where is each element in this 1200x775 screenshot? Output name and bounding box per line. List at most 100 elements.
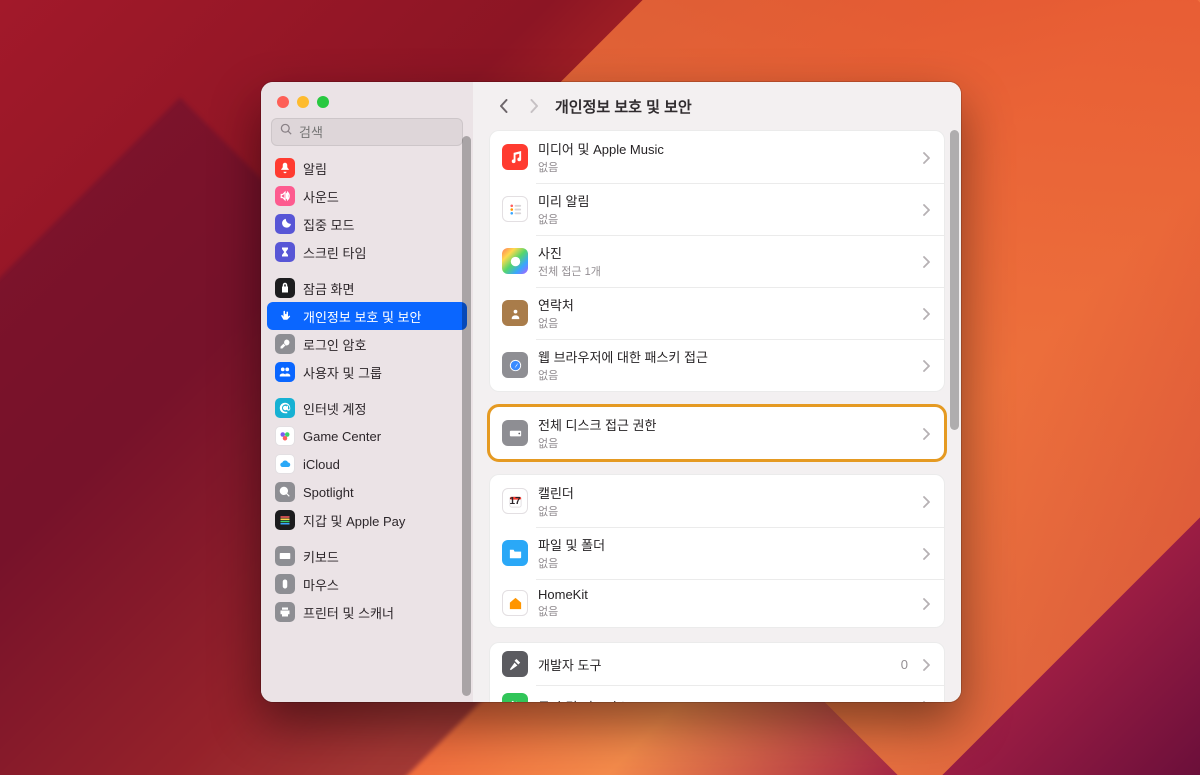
chevron-right-icon <box>922 307 932 319</box>
sidebar-item-label: Spotlight <box>303 485 354 500</box>
content-pane: 개인정보 보호 및 보안 미디어 및 Apple Music없음미리 알림없음사… <box>473 82 961 702</box>
system-settings-window: 알림사운드집중 모드스크린 타임잠금 화면개인정보 보호 및 보안로그인 암호사… <box>261 82 961 702</box>
hammer-icon <box>502 651 528 677</box>
photos-icon <box>502 248 528 274</box>
minimize-window-button[interactable] <box>297 96 309 108</box>
main-scrollbar[interactable] <box>950 130 959 430</box>
sidebar-scrollbar[interactable] <box>462 136 471 696</box>
gamecenter-icon <box>275 426 295 446</box>
row-title: 파일 및 폴더 <box>538 535 912 554</box>
settings-row[interactable]: 사진전체 접근 1개 <box>490 235 944 287</box>
sidebar-item[interactable]: Spotlight <box>267 478 467 506</box>
sidebar-item-label: 집중 모드 <box>303 215 354 234</box>
sidebar-item-label: 잠금 화면 <box>303 279 354 298</box>
disk-icon <box>502 420 528 446</box>
row-title: 사진 <box>538 243 912 262</box>
nav-forward-button[interactable] <box>525 95 543 117</box>
sidebar-item[interactable]: 프린터 및 스캐너 <box>267 598 467 626</box>
sidebar-item-label: 개인정보 보호 및 보안 <box>303 307 421 326</box>
sidebar-item[interactable]: 알림 <box>267 154 467 182</box>
chevron-right-icon <box>922 547 932 559</box>
row-subtitle: 없음 <box>538 211 912 227</box>
settings-row[interactable]: HomeKit없음 <box>490 579 944 627</box>
settings-row[interactable]: 연락처없음 <box>490 287 944 339</box>
sidebar-item[interactable]: Game Center <box>267 422 467 450</box>
sidebar-item[interactable]: 집중 모드 <box>267 210 467 238</box>
row-subtitle: 전체 접근 1개 <box>538 263 912 279</box>
safari-icon <box>502 352 528 378</box>
zoom-window-button[interactable] <box>317 96 329 108</box>
row-subtitle: 없음 <box>538 315 912 331</box>
settings-row[interactable]: 동작 및 피트니스0 <box>490 685 944 702</box>
cloud-icon <box>275 454 295 474</box>
chevron-right-icon <box>922 255 932 267</box>
sidebar-item-label: 프린터 및 스캐너 <box>303 603 394 622</box>
settings-row[interactable]: 개발자 도구0 <box>490 643 944 685</box>
chevron-right-icon <box>922 658 932 670</box>
sidebar-item[interactable]: 사용자 및 그룹 <box>267 358 467 386</box>
folder-icon <box>502 540 528 566</box>
row-title: 웹 브라우저에 대한 패스키 접근 <box>538 347 912 366</box>
row-title: HomeKit <box>538 587 912 602</box>
lock-icon <box>275 278 295 298</box>
sidebar-item-label: 스크린 타임 <box>303 243 366 262</box>
sidebar-item[interactable]: 마우스 <box>267 570 467 598</box>
moon-icon <box>275 214 295 234</box>
settings-row[interactable]: 파일 및 폴더없음 <box>490 527 944 579</box>
row-count: 0 <box>901 699 908 703</box>
printer-icon <box>275 602 295 622</box>
sidebar-item[interactable]: 사운드 <box>267 182 467 210</box>
titlebar: 개인정보 보호 및 보안 <box>473 82 961 130</box>
chevron-right-icon <box>922 203 932 215</box>
sidebar-item-label: 인터넷 계정 <box>303 399 366 418</box>
settings-row[interactable]: 전체 디스크 접근 권한없음 <box>490 407 944 459</box>
window-controls <box>261 82 473 108</box>
chevron-right-icon <box>922 359 932 371</box>
sidebar-item-label: 사용자 및 그룹 <box>303 363 382 382</box>
settings-row[interactable]: 미디어 및 Apple Music없음 <box>490 131 944 183</box>
chevron-right-icon <box>922 597 932 609</box>
mouse-icon <box>275 574 295 594</box>
close-window-button[interactable] <box>277 96 289 108</box>
sidebar-item-label: 마우스 <box>303 575 339 594</box>
search-field[interactable] <box>271 118 463 146</box>
search-icon <box>280 123 293 141</box>
settings-row[interactable]: 17캘린더없음 <box>490 475 944 527</box>
chevron-right-icon <box>922 151 932 163</box>
chevron-right-icon <box>922 700 932 702</box>
settings-row[interactable]: 미리 알림없음 <box>490 183 944 235</box>
chevron-right-icon <box>922 495 932 507</box>
search-input[interactable] <box>299 125 454 140</box>
sidebar-item[interactable]: iCloud <box>267 450 467 478</box>
row-title: 캘린더 <box>538 483 912 502</box>
sidebar-list[interactable]: 알림사운드집중 모드스크린 타임잠금 화면개인정보 보호 및 보안로그인 암호사… <box>261 152 473 702</box>
fitness-icon <box>502 693 528 702</box>
row-subtitle: 없음 <box>538 603 912 619</box>
row-count: 0 <box>901 657 908 672</box>
nav-back-button[interactable] <box>495 95 513 117</box>
sidebar-item[interactable]: 로그인 암호 <box>267 330 467 358</box>
at-icon <box>275 398 295 418</box>
row-subtitle: 없음 <box>538 503 912 519</box>
sidebar-item[interactable]: 잠금 화면 <box>267 274 467 302</box>
sidebar-item[interactable]: 키보드 <box>267 542 467 570</box>
wallet-icon <box>275 510 295 530</box>
sidebar-item-label: Game Center <box>303 429 381 444</box>
key-icon <box>275 334 295 354</box>
settings-card: 17캘린더없음파일 및 폴더없음HomeKit없음 <box>489 474 945 628</box>
sidebar-item[interactable]: 인터넷 계정 <box>267 394 467 422</box>
settings-row[interactable]: 웹 브라우저에 대한 패스키 접근없음 <box>490 339 944 391</box>
sidebar-item[interactable]: 개인정보 보호 및 보안 <box>267 302 467 330</box>
reminders-icon <box>502 196 528 222</box>
main-scroll[interactable]: 미디어 및 Apple Music없음미리 알림없음사진전체 접근 1개연락처없… <box>473 130 961 702</box>
hourglass-icon <box>275 242 295 262</box>
bell-icon <box>275 158 295 178</box>
keyboard-icon <box>275 546 295 566</box>
sidebar-item-label: 키보드 <box>303 547 339 566</box>
sidebar-item[interactable]: 지갑 및 Apple Pay <box>267 506 467 534</box>
search-icon <box>275 482 295 502</box>
sidebar-item[interactable]: 스크린 타임 <box>267 238 467 266</box>
settings-card: 개발자 도구0동작 및 피트니스0 <box>489 642 945 702</box>
row-subtitle: 없음 <box>538 367 912 383</box>
page-title: 개인정보 보호 및 보안 <box>555 96 692 117</box>
